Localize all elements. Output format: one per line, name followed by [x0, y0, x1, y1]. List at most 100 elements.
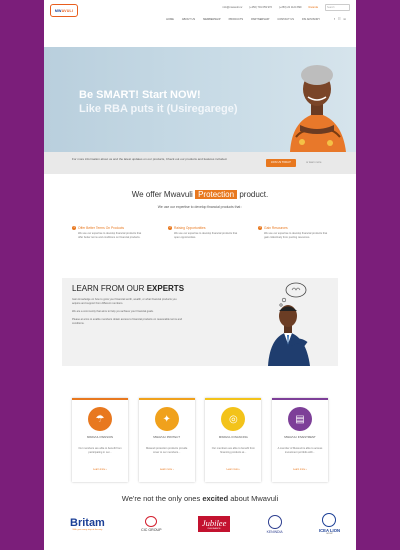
card-protect-more[interactable]: Learn more › [139, 468, 195, 471]
phone-1: (+250) 791 059 976 [249, 5, 272, 9]
feature-3-desc: We use our expertise to develop financia… [264, 232, 328, 239]
facebook-icon[interactable]: f [334, 17, 335, 21]
kenindia-name: KENINDIA [266, 529, 283, 534]
jubilee-logo[interactable]: Jubilee INSURANCE [197, 516, 231, 532]
card-investment-accent [271, 398, 328, 400]
icealion-tagline: GROUP [326, 533, 333, 535]
feature-1-title: Offer Better Terms On Products [78, 226, 125, 230]
card-investment[interactable]: ▤ MWAVULI INVESTMENT A member of Mwavuli… [271, 398, 328, 482]
learn-heading: LEARN FROM OUR EXPERTS [72, 284, 184, 293]
social-links: f ☷ in [334, 17, 346, 21]
logo-text-b: AVULI [61, 8, 74, 13]
offer-heading-before: We offer Mwavuli [131, 190, 193, 199]
feature-2-number: 2 [168, 226, 172, 230]
card-pension-more[interactable]: Learn more › [72, 468, 128, 471]
umbrella-icon: ☂ [88, 407, 112, 431]
card-protect-label: MWAVULI PROTECT [153, 435, 181, 439]
britam-tagline: With you every step of the way [72, 529, 103, 531]
lion-emblem-icon [322, 513, 337, 527]
nav-partnership[interactable]: Partnership [251, 18, 269, 21]
cic-name: CIC GROUP [141, 528, 162, 532]
learn-paragraph-1: Gain knowledge on how to grow your finan… [72, 298, 177, 305]
card-financing-more[interactable]: Learn more › [205, 468, 261, 471]
feature-3: 3 Gain Resources We use our expertise to … [258, 226, 328, 239]
card-investment-more[interactable]: Learn more › [272, 468, 328, 471]
partner-logos: Britam With you every step of the way CI… [70, 510, 340, 538]
kenindia-logo[interactable]: KENINDIA [266, 514, 283, 534]
offer-heading-highlight: Protection [195, 190, 238, 199]
learn-paragraph-2: We are a community that aims to help you… [72, 310, 154, 313]
product-cards: ☂ MWAVULI PENSION Our members are able t… [72, 398, 328, 482]
kenindia-emblem-icon [267, 514, 282, 529]
feature-1-number: 1 [72, 226, 76, 230]
jubilee-tagline: INSURANCE [207, 528, 221, 530]
nav-about[interactable]: About Us [182, 18, 195, 21]
learn-heading-a: LEARN FROM OUR [72, 284, 145, 293]
search-input[interactable]: Search [325, 3, 350, 11]
card-protect[interactable]: ✦ MWAVULI PROTECT Mwavuli protection pro… [138, 398, 195, 482]
partners-heading-bold: excited [202, 494, 229, 503]
card-investment-desc: A member of Mwavuli is able to access in… [277, 447, 323, 454]
offer-subheading: We use our expertise to develop financia… [157, 205, 243, 209]
jubilee-name: Jubilee [201, 518, 227, 528]
nav-membership[interactable]: Membership [203, 18, 220, 21]
expert-man-image [268, 282, 310, 366]
cic-emblem-icon [145, 516, 158, 527]
page: MW AVULI info@mwavuli.rw (+250) 791 059 9… [44, 0, 356, 550]
feature-2-title: Raising Opportunities [174, 226, 206, 230]
card-investment-label: MWAVULI INVESTMENT [284, 435, 316, 439]
feature-3-title: Gain Resources [264, 226, 288, 230]
card-protect-desc: Mwavuli protection products provide cove… [145, 447, 188, 454]
offer-heading-after: product. [239, 190, 269, 199]
feature-2-desc: We use our expertise to develop financia… [174, 232, 238, 239]
feature-3-number: 3 [258, 226, 262, 230]
linkedin-icon[interactable]: in [344, 17, 346, 21]
offer-heading: We offer Mwavuli Protection product. [44, 190, 356, 199]
coins-icon: ◎ [221, 407, 246, 431]
feature-1: 1 Offer Better Terms On Products We use o… [72, 226, 142, 239]
feature-2: 2 Raising Opportunities We use our expert… [168, 226, 238, 239]
card-financing-accent [205, 398, 262, 400]
hero-woman-image [290, 65, 346, 152]
card-financing-label: MWAVULI FINANCING [218, 435, 248, 439]
britam-name: Britam [70, 517, 105, 529]
britam-logo[interactable]: Britam With you every step of the way [70, 517, 105, 531]
shield-icon: ✦ [154, 407, 179, 431]
partners-heading: We're not the only ones excited about Mw… [44, 494, 356, 503]
feature-1-desc: We use our expertise to develop financia… [78, 232, 142, 239]
learn-heading-b: EXPERTS [146, 284, 185, 293]
top-bar: info@mwavuli.rw (+250) 791 059 976 (+250… [44, 0, 356, 14]
hero-headline: Be SMART! Start NOW! [79, 89, 201, 101]
learn-more-link[interactable]: or learn more [306, 161, 321, 164]
card-financing-desc: Our members are able to benefit from fin… [211, 447, 255, 454]
hero-banner: Be SMART! Start NOW! Like RBA puts it (U… [44, 47, 356, 152]
card-pension-accent [72, 398, 128, 400]
nav-products[interactable]: Products [229, 18, 244, 21]
learn-paragraph-3: Please at arms to enable members obtain … [72, 318, 183, 325]
join-us-button[interactable]: JOIN US TODAY! [266, 159, 296, 167]
logo-text-a: MW [54, 8, 62, 13]
nav-home[interactable]: Home [166, 18, 174, 21]
icealion-logo[interactable]: ICEA LION GROUP [319, 513, 340, 535]
card-pension-desc: Our members are able to benefit from par… [78, 447, 122, 454]
partners-heading-before: We're not the only ones [121, 494, 201, 503]
brand-logo[interactable]: MW AVULI [50, 4, 78, 17]
phone-2: (+250) 22 1124 899 [278, 5, 302, 9]
twitter-icon[interactable]: ☷ [338, 17, 341, 21]
email-link[interactable]: info@mwavuli.rw [223, 6, 243, 9]
cta-bar: For more information about us and the la… [44, 152, 356, 174]
chart-icon: ▤ [287, 407, 312, 431]
hero-subheadline: Like RBA puts it (Usiregarege) [79, 103, 238, 115]
card-financing[interactable]: ◎ MWAVULI FINANCING Our members are able… [205, 398, 262, 482]
partners-heading-after: about Mwavuli [230, 494, 279, 503]
cic-logo[interactable]: CIC GROUP [141, 516, 162, 532]
learn-section: LEARN FROM OUR EXPERTS Gain knowledge on… [62, 278, 338, 366]
nav-contact[interactable]: Contact Us [277, 18, 294, 21]
card-pension-label: MWAVULI PENSION [86, 435, 114, 439]
cta-text: For more information about us and the la… [72, 157, 228, 161]
nav-fin-advisory[interactable]: Fin Advisory [302, 18, 320, 21]
card-pension[interactable]: ☂ MWAVULI PENSION Our members are able t… [72, 398, 128, 482]
rwanda-link[interactable]: Rwanda [308, 6, 318, 9]
card-protect-accent [138, 398, 195, 400]
main-nav: Home About Us Membership Products Partne… [44, 14, 356, 24]
